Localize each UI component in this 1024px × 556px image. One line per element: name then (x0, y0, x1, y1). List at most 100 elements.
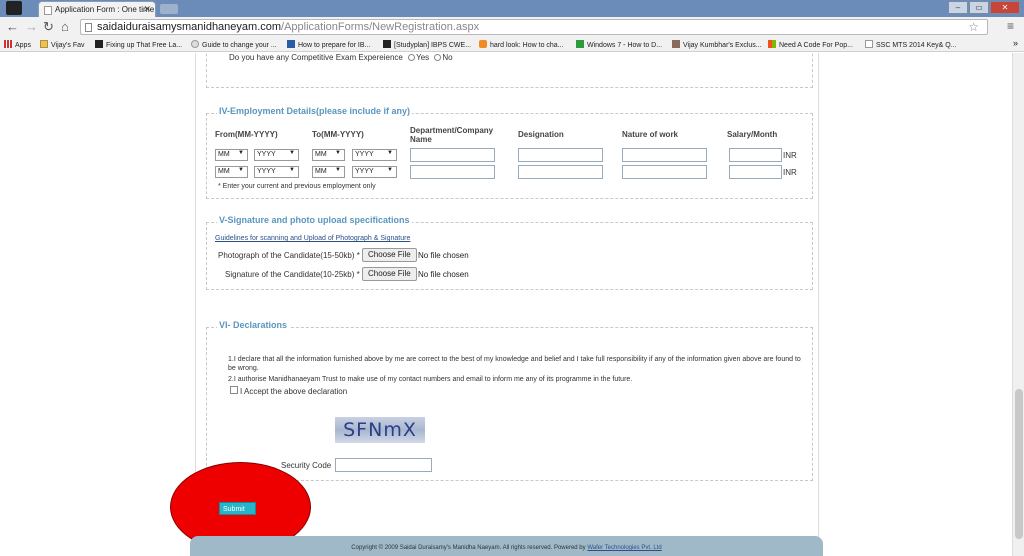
designation-input[interactable] (518, 148, 603, 162)
competitive-question: Do you have any Competitive Exam Experei… (229, 53, 403, 62)
bookmark-item[interactable]: Guide to change your ... (191, 40, 277, 49)
declarations-legend: VI- Declarations (217, 320, 290, 330)
currency-label: INR (783, 168, 797, 177)
powered-by-link[interactable]: Wafer Technologies Pvt. Ltd (587, 545, 661, 551)
folder-icon (40, 40, 48, 48)
submit-button[interactable]: Submit (219, 502, 256, 515)
competitive-exam-row: Do you have any Competitive Exam Experei… (229, 53, 453, 62)
tab-close-icon[interactable]: ✕ (143, 4, 151, 15)
dropdown-arrow-icon: ▼ (387, 150, 393, 156)
site-favicon-icon (287, 40, 295, 48)
tab-title: Application Form : One time I (55, 5, 156, 14)
declaration-line-1: 1.I declare that all the information fur… (228, 356, 801, 372)
copyright-text: Copyright © 2009 Saidai Duraisamy's Mani… (351, 545, 588, 551)
from-header: From(MM-YYYY) (215, 130, 278, 139)
employment-legend: IV-Employment Details(please include if … (217, 106, 413, 116)
to-header: To(MM-YYYY) (312, 130, 364, 139)
photo-label: Photograph of the Candidate(15-50kb) * (218, 251, 360, 260)
site-favicon-icon (191, 40, 199, 48)
bookmark-item[interactable]: Windows 7 - How to D... (576, 40, 662, 49)
new-tab-button[interactable] (160, 4, 178, 14)
signature-file-status: No file chosen (418, 270, 469, 279)
declaration-line-2: 2.I authorise Manidhanaeyam Trust to mak… (228, 376, 633, 383)
accept-declaration-checkbox[interactable] (230, 386, 238, 394)
department-header: Department/Company Name (410, 126, 494, 144)
address-bar[interactable]: saidaiduraisamysmanidhaneyam.com/Applica… (80, 19, 988, 35)
bookmark-apps[interactable]: Apps (4, 40, 31, 49)
bookmarks-overflow-icon[interactable]: » (1013, 38, 1018, 48)
dropdown-arrow-icon: ▼ (289, 167, 295, 173)
reload-icon[interactable]: ↻ (43, 20, 54, 34)
salary-input[interactable] (729, 165, 782, 179)
page-icon (85, 23, 92, 32)
scrollbar-thumb[interactable] (1015, 389, 1023, 539)
footer-text: Copyright © 2009 Saidai Duraisamy's Mani… (190, 545, 823, 551)
url-host: saidaiduraisamysmanidhaneyam.com (97, 21, 282, 33)
dropdown-arrow-icon: ▼ (238, 150, 244, 156)
window-close-button[interactable]: ✕ (990, 1, 1020, 14)
nature-header: Nature of work (622, 130, 679, 139)
captcha-image: SFNmX (335, 417, 425, 443)
to-month-select[interactable]: MM ▼ (312, 166, 345, 178)
department-input[interactable] (410, 165, 495, 179)
designation-header: Designation (518, 130, 564, 139)
page-footer: Copyright © 2009 Saidai Duraisamy's Mani… (190, 536, 823, 556)
microsoft-icon (768, 40, 776, 48)
nature-of-work-input[interactable] (622, 148, 707, 162)
designation-input[interactable] (518, 165, 603, 179)
user-avatar-icon[interactable] (6, 1, 22, 15)
photo-choose-file-button[interactable]: Choose File (362, 248, 417, 262)
bookmark-star-icon[interactable]: ☆ (968, 20, 979, 34)
bookmark-item[interactable]: How to prepare for IB... (287, 40, 370, 49)
employment-fieldset: IV-Employment Details(please include if … (206, 106, 813, 199)
android-icon (576, 40, 584, 48)
signature-legend: V-Signature and photo upload specificati… (217, 215, 412, 225)
no-radio[interactable] (434, 54, 442, 61)
window-controls: – ▭ ✕ (948, 1, 1020, 14)
bookmark-item[interactable]: Need A Code For Pop... (768, 40, 853, 49)
yes-radio[interactable] (408, 54, 416, 61)
home-icon[interactable]: ⌂ (61, 20, 69, 34)
maximize-button[interactable]: ▭ (969, 1, 989, 14)
security-code-label: Security Code (281, 461, 332, 470)
blogger-icon (479, 40, 487, 48)
bookmark-item[interactable]: Fixing up That Free La... (95, 40, 182, 49)
vertical-scrollbar[interactable] (1012, 53, 1024, 556)
from-month-select[interactable]: MM ▼ (215, 149, 248, 161)
browser-titlebar: Application Form : One time I ✕ – ▭ ✕ (0, 0, 1024, 17)
from-year-select[interactable]: YYYY ▼ (254, 149, 299, 161)
gmail-icon (383, 40, 391, 48)
site-favicon-icon (95, 40, 103, 48)
browser-tab[interactable]: Application Form : One time I ✕ (38, 1, 156, 17)
bookmark-item[interactable]: Vijay Kumbhar's Exclus... (672, 40, 762, 49)
bookmark-folder[interactable]: Vijay's Fav (40, 40, 85, 49)
from-year-select[interactable]: YYYY ▼ (254, 166, 299, 178)
to-year-select[interactable]: YYYY ▼ (352, 149, 397, 161)
salary-input[interactable] (729, 148, 782, 162)
minimize-button[interactable]: – (948, 1, 968, 14)
bookmark-item[interactable]: SSC MTS 2014 Key& Q... (865, 40, 957, 49)
back-arrow-icon[interactable]: ← (6, 20, 19, 34)
to-year-select[interactable]: YYYY ▼ (352, 166, 397, 178)
forward-arrow-icon[interactable]: → (25, 20, 38, 34)
page-viewport: Do you have any Competitive Exam Experei… (0, 53, 1012, 556)
page-favicon-icon (44, 6, 52, 15)
signature-label: Signature of the Candidate(10-25kb) * (225, 270, 360, 279)
currency-label: INR (783, 151, 797, 160)
bookmark-item[interactable]: [Studyplan] IBPS CWE... (383, 40, 471, 49)
department-input[interactable] (410, 148, 495, 162)
no-label: No (442, 53, 453, 62)
from-month-select[interactable]: MM ▼ (215, 166, 248, 178)
nature-of-work-input[interactable] (622, 165, 707, 179)
security-code-input[interactable] (335, 458, 432, 472)
page-icon (865, 40, 873, 48)
to-month-select[interactable]: MM ▼ (312, 149, 345, 161)
photo-file-status: No file chosen (418, 251, 469, 260)
signature-choose-file-button[interactable]: Choose File (362, 267, 417, 281)
guidelines-link[interactable]: Guidelines for scanning and Upload of Ph… (215, 235, 410, 242)
chrome-menu-icon[interactable]: ≡ (1007, 19, 1014, 33)
form-container: Do you have any Competitive Exam Experei… (195, 53, 819, 540)
salary-header: Salary/Month (727, 130, 778, 139)
bookmark-item[interactable]: hard look: How to cha... (479, 40, 564, 49)
url-path: /ApplicationForms/NewRegistration.aspx (281, 21, 480, 33)
